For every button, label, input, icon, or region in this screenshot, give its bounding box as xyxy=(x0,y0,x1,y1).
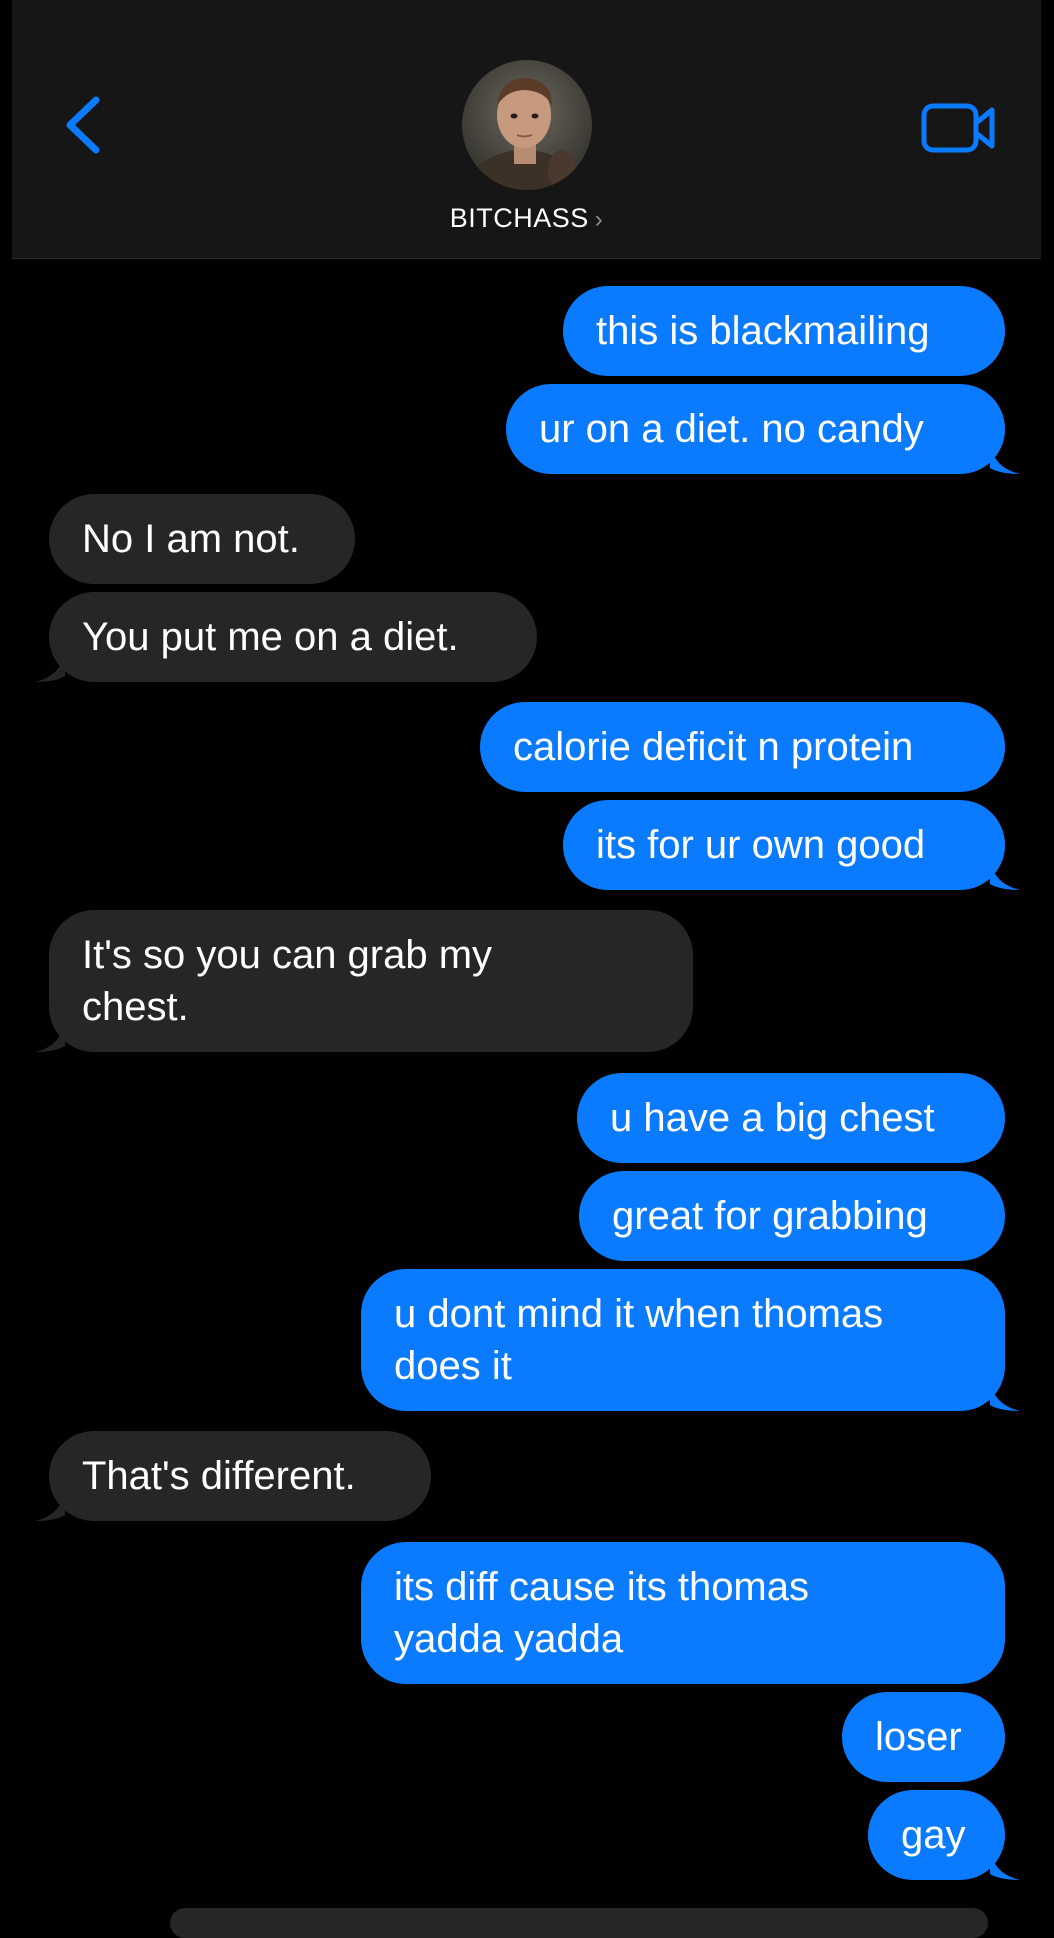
bubble-tail xyxy=(990,1381,1020,1411)
message-bubble-received[interactable]: That's different. xyxy=(49,1431,431,1521)
bubble-tail xyxy=(990,444,1020,474)
message-bubble-received[interactable]: You put me on a diet. xyxy=(49,592,537,682)
message-thread[interactable]: this is blackmailing ur on a diet. no ca… xyxy=(0,0,1054,1938)
bubble-tail xyxy=(990,1850,1020,1880)
message-bubble-sent[interactable]: its diff cause its thomas yadda yadda xyxy=(361,1542,1005,1684)
message-bubble-sent[interactable]: ur on a diet. no candy xyxy=(506,384,1005,474)
message-bubble-sent[interactable]: this is blackmailing xyxy=(563,286,1005,376)
bubble-tail xyxy=(990,860,1020,890)
message-bubble-received[interactable]: It's so you can grab my chest. xyxy=(49,910,693,1052)
message-bubble-sent[interactable]: gay xyxy=(868,1790,1005,1880)
message-bubble-sent[interactable]: u have a big chest xyxy=(577,1073,1005,1163)
message-bubble-sent[interactable]: u dont mind it when thomas does it xyxy=(361,1269,1005,1411)
message-bubble-sent[interactable]: loser xyxy=(842,1692,1005,1782)
message-bubble-sent[interactable]: great for grabbing xyxy=(579,1171,1005,1261)
message-bubble-sent[interactable]: its for ur own good xyxy=(563,800,1005,890)
message-bubble-partial xyxy=(170,1908,988,1938)
bubble-tail xyxy=(35,652,65,682)
bubble-tail xyxy=(35,1491,65,1521)
bubble-tail xyxy=(35,1022,65,1052)
message-bubble-received[interactable]: No I am not. xyxy=(49,494,355,584)
message-bubble-sent[interactable]: calorie deficit n protein xyxy=(480,702,1005,792)
